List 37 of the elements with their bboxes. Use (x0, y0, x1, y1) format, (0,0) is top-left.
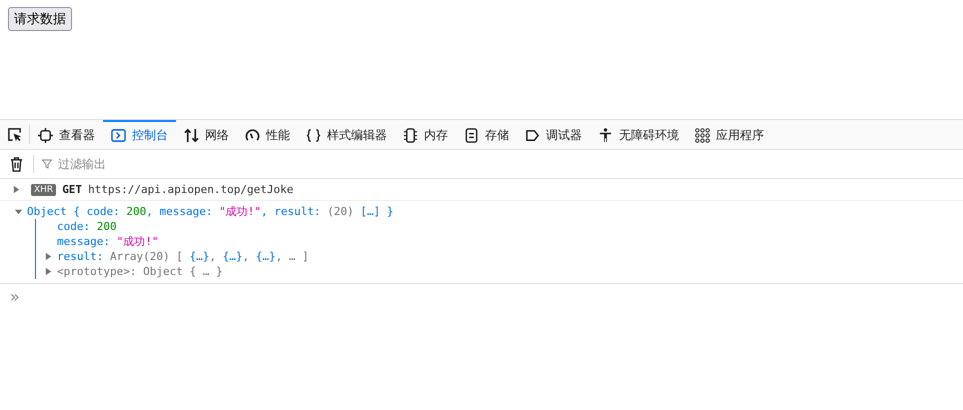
expand-arrow-icon[interactable] (44, 252, 53, 261)
devtools-tab[interactable]: 性能 (237, 120, 298, 149)
person-icon (598, 128, 613, 143)
filter-field[interactable]: 过滤输出 (56, 156, 260, 172)
expand-arrow-icon[interactable] (12, 185, 21, 194)
devtools-tab[interactable]: 内存 (395, 120, 456, 149)
braces-icon (306, 128, 321, 143)
gauge-icon (245, 128, 260, 143)
console-icon (111, 128, 126, 143)
element-picker-icon[interactable] (7, 127, 22, 142)
object-property: code: 200 (57, 220, 117, 233)
devtools-tab[interactable]: 无障碍环境 (590, 120, 687, 149)
xhr-badge: XHR (31, 184, 56, 196)
request-data-button[interactable]: 请求数据 (8, 7, 72, 31)
devtools-tab[interactable]: 控制台 (103, 120, 176, 149)
object-property: message: "成功!" (57, 234, 158, 249)
devtools-tab[interactable]: 存储 (456, 120, 517, 149)
storage-icon (464, 128, 479, 143)
request-method: GET (62, 183, 82, 196)
devtools-tab[interactable]: 调试器 (517, 120, 590, 149)
expand-arrow-icon[interactable] (44, 267, 53, 276)
trash-icon[interactable] (9, 156, 24, 172)
request-url[interactable]: https://api.apiopen.top/getJoke (88, 183, 294, 196)
devtools-tab[interactable]: 样式编辑器 (298, 120, 395, 149)
funnel-icon (42, 159, 52, 169)
devtools-tab[interactable]: 查看器 (30, 120, 103, 149)
up-down-arrows-icon (184, 128, 199, 143)
object-property: <prototype>: Object { … } (57, 265, 223, 278)
devtools-tab[interactable]: 网络 (176, 120, 237, 149)
expand-arrow-icon[interactable] (14, 207, 23, 216)
object-property: result: Array(20) [ {…}, {…}, {…}, … ] (57, 250, 309, 263)
devtools-tab[interactable]: 应用程序 (687, 120, 772, 149)
chip-icon (403, 128, 418, 143)
tag-icon (525, 128, 540, 143)
object-summary: Object { code: 200, message: "成功!", result: (20) […] } (27, 204, 394, 219)
grid-icon (695, 128, 710, 143)
box-icon (38, 128, 53, 143)
